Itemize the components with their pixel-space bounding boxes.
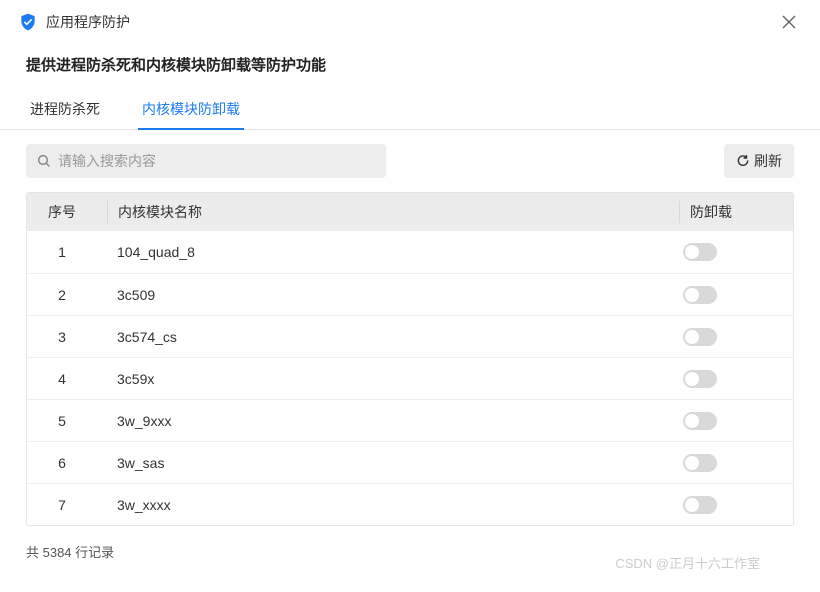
refresh-icon [736,154,750,168]
toolbar: 刷新 [0,130,820,192]
tab-process-protect[interactable]: 进程防杀死 [26,91,104,129]
cell-seq: 6 [27,455,107,471]
titlebar: 应用程序防护 [0,0,820,40]
cell-seq: 1 [27,244,107,260]
cell-name: 3w_sas [107,455,679,471]
close-button[interactable] [776,12,802,34]
toggle-switch[interactable] [683,286,717,304]
cell-toggle [679,412,779,430]
table-row: 33c574_cs [27,315,793,357]
tab-bar: 进程防杀死 内核模块防卸载 [0,81,820,130]
table-row: 1104_quad_8 [27,231,793,273]
cell-seq: 3 [27,329,107,345]
search-box[interactable] [26,144,386,178]
table-row: 73w_xxxx [27,483,793,525]
toggle-switch[interactable] [683,412,717,430]
footer-total: 共 5384 行记录 [0,526,820,577]
cell-name: 3w_xxxx [107,497,679,513]
tab-kernel-module-protect[interactable]: 内核模块防卸载 [138,91,244,129]
col-header-seq: 序号 [27,202,107,222]
table-body: 1104_quad_823c50933c574_cs43c59x53w_9xxx… [27,231,793,525]
toggle-switch[interactable] [683,328,717,346]
cell-seq: 5 [27,413,107,429]
table-row: 53w_9xxx [27,399,793,441]
page-subtitle: 提供进程防杀死和内核模块防卸载等防护功能 [0,40,820,81]
toggle-switch[interactable] [683,243,717,261]
module-table: 序号 内核模块名称 防卸载 1104_quad_823c50933c574_cs… [26,192,794,526]
refresh-button[interactable]: 刷新 [724,144,794,178]
col-header-name: 内核模块名称 [107,201,679,223]
search-input[interactable] [58,153,376,169]
cell-name: 3w_9xxx [107,413,679,429]
cell-toggle [679,496,779,514]
cell-toggle [679,328,779,346]
search-icon [36,153,52,169]
col-header-toggle: 防卸载 [679,201,779,223]
cell-seq: 7 [27,497,107,513]
cell-seq: 2 [27,287,107,303]
toggle-switch[interactable] [683,370,717,388]
app-window: 应用程序防护 提供进程防杀死和内核模块防卸载等防护功能 进程防杀死 内核模块防卸… [0,0,820,592]
shield-icon [18,12,38,32]
cell-seq: 4 [27,371,107,387]
table-row: 63w_sas [27,441,793,483]
table-row: 43c59x [27,357,793,399]
cell-name: 3c509 [107,287,679,303]
cell-toggle [679,243,779,261]
cell-name: 3c574_cs [107,329,679,345]
table-header: 序号 内核模块名称 防卸载 [27,193,793,231]
close-icon [782,15,796,29]
table-row: 23c509 [27,273,793,315]
window-title: 应用程序防护 [46,12,130,32]
cell-toggle [679,454,779,472]
toggle-switch[interactable] [683,454,717,472]
cell-toggle [679,286,779,304]
refresh-label: 刷新 [754,151,782,171]
cell-toggle [679,370,779,388]
toggle-switch[interactable] [683,496,717,514]
cell-name: 3c59x [107,371,679,387]
cell-name: 104_quad_8 [107,244,679,260]
